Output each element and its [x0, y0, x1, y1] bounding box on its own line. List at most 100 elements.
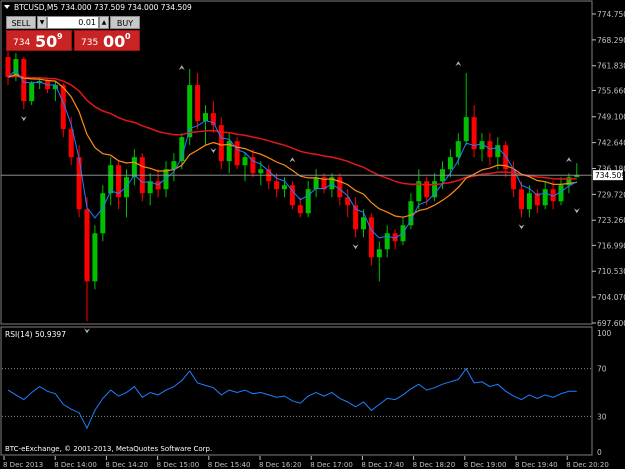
candle-body — [463, 117, 469, 142]
time-tick-label: 8 Dec 17:40 — [361, 461, 404, 469]
fractal-up-icon — [455, 61, 462, 67]
sell-price-point: 9 — [57, 32, 63, 41]
fractal-up-icon — [565, 157, 572, 163]
current-price-label: 734.509 — [593, 170, 625, 181]
time-tick-label: 8 Dec 20:20 — [566, 461, 609, 469]
rsi-levels — [2, 368, 591, 417]
time-tick-label: 8 Dec 15:00 — [157, 461, 200, 469]
price-chart[interactable]: 774.750 768.290 761.830 755.660 749.100 742.6… — [0, 0, 625, 469]
candle-body — [424, 181, 430, 198]
candle-body — [5, 57, 11, 78]
price-tick-label: 729.720 — [597, 190, 625, 199]
rsi-level-label: 30 — [597, 412, 607, 421]
rsi-chart-frame — [0, 326, 593, 456]
buy-price-prefix: 735 — [81, 38, 99, 48]
candle-body — [526, 193, 532, 210]
price-tick-label: 768.290 — [597, 36, 625, 45]
price-axis: 774.750 768.290 761.830 755.660 749.100 742.6… — [592, 10, 625, 328]
candle-body — [361, 217, 366, 230]
time-axis: 8 Dec 2013 8 Dec 14:00 8 Dec 14:20 8 Dec 15… — [3, 456, 609, 469]
time-tick-label: 8 Dec 2013 — [3, 461, 43, 469]
candle-body — [258, 169, 264, 174]
buy-price-main: 00 — [103, 32, 126, 51]
symbol-info: BTCUSD,M5 734.000 737.509 734.000 734.50… — [14, 3, 192, 12]
rsi-line — [7, 367, 577, 430]
price-tick-label: 716.990 — [597, 241, 625, 250]
candle-body — [282, 185, 287, 190]
candle-body — [447, 157, 453, 170]
candle-body — [376, 249, 382, 258]
time-tick-label: 8 Dec 15:40 — [208, 461, 251, 469]
fractal-down-icon — [210, 148, 217, 154]
fractals-group — [20, 41, 580, 334]
rsi-title: RSI(14) 50.9397 — [5, 330, 66, 339]
price-tick-label: 710.530 — [597, 267, 625, 276]
price-tick-label: 704.070 — [597, 293, 625, 302]
lot-increase-icon[interactable]: ▲ — [99, 16, 109, 29]
rsi-axis: 100 70 30 0 — [597, 329, 612, 457]
sell-price-button[interactable]: 734 50 9 — [6, 30, 72, 51]
candle-body — [368, 217, 374, 258]
fractal-down-icon — [352, 244, 359, 250]
sell-price-prefix: 734 — [13, 38, 31, 48]
fractal-down-icon — [573, 208, 580, 214]
sell-price-main: 50 — [35, 32, 58, 51]
time-tick-label: 8 Dec 16:20 — [259, 461, 302, 469]
lot-decrease-icon[interactable]: ▼ — [37, 16, 47, 29]
price-tick-label: 761.830 — [597, 62, 625, 71]
current-price-text: 734.509 — [595, 171, 625, 180]
candle-body — [242, 157, 248, 166]
candle-body — [297, 205, 303, 214]
price-tick-label: 697.600 — [597, 319, 625, 328]
fractal-up-icon — [289, 157, 296, 163]
candle-body — [519, 189, 524, 210]
one-click-trading-panel: SELL ▼ 0.01 ▲ BUY 734 50 9 735 00 0 — [6, 16, 140, 52]
time-tick-label: 8 Dec 14:20 — [105, 461, 148, 469]
candle-body — [471, 117, 477, 150]
candles-group — [5, 47, 580, 322]
price-tick-label: 755.660 — [597, 86, 625, 95]
candle-body — [234, 141, 240, 166]
candle-body — [495, 145, 501, 158]
fractal-up-icon — [178, 65, 185, 71]
buy-button[interactable]: BUY — [110, 16, 140, 29]
candle-body — [131, 157, 137, 178]
time-tick-label: 8 Dec 14:00 — [54, 461, 97, 469]
buy-price-button[interactable]: 735 00 0 — [74, 30, 140, 51]
candle-body — [92, 233, 98, 282]
candle-body — [108, 165, 114, 194]
candle-body — [455, 141, 461, 158]
candle-body — [84, 209, 90, 282]
time-tick-label: 8 Dec 19:00 — [464, 461, 507, 469]
time-tick-label: 8 Dec 17:00 — [310, 461, 353, 469]
candle-body — [195, 85, 201, 122]
copyright-text: BTC-eExchange, © 2001-2013, MetaQuotes S… — [5, 445, 212, 453]
collapse-triangle-icon[interactable] — [4, 5, 10, 9]
rsi-level-label: 0 — [597, 448, 602, 457]
candle-body — [274, 181, 280, 190]
price-tick-label: 742.640 — [597, 139, 625, 148]
ma-slow-line — [7, 75, 577, 186]
price-tick-label: 723.260 — [597, 216, 625, 225]
fractal-down-icon — [84, 328, 90, 334]
price-tick-label: 774.750 — [597, 10, 625, 19]
fractal-down-icon — [20, 116, 27, 122]
lot-size-input[interactable]: 0.01 — [47, 16, 99, 29]
candle-body — [76, 157, 82, 210]
candle-body — [542, 189, 548, 206]
fractal-down-icon — [518, 224, 525, 230]
time-tick-label: 8 Dec 18:20 — [413, 461, 456, 469]
candle-body — [408, 201, 414, 226]
time-tick-label: 8 Dec 19:40 — [515, 461, 558, 469]
sell-button[interactable]: SELL — [6, 16, 36, 29]
candle-body — [203, 113, 208, 122]
candle-body — [313, 177, 319, 190]
rsi-level-label: 70 — [597, 365, 607, 374]
candle-body — [305, 189, 311, 214]
candle-body — [218, 125, 224, 162]
candle-body — [100, 193, 106, 234]
price-tick-label: 749.100 — [597, 113, 625, 122]
buy-price-point: 0 — [125, 32, 131, 41]
candle-body — [29, 83, 35, 102]
candle-body — [337, 177, 343, 198]
